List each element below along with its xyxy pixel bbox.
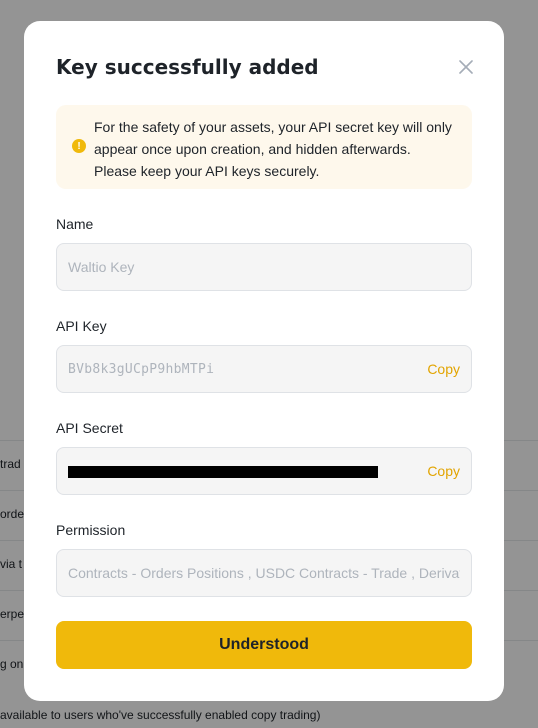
permission-field[interactable]: Contracts - Orders Positions , USDC Cont… xyxy=(56,549,472,597)
name-label: Name xyxy=(56,216,94,232)
dialog-title: Key successfully added xyxy=(56,55,319,79)
api-key-label: API Key xyxy=(56,318,107,334)
close-icon[interactable] xyxy=(456,57,476,77)
api-secret-field[interactable]: Copy xyxy=(56,447,472,495)
api-key-field[interactable]: BVb8k3gUCpP9hbMTPi Copy xyxy=(56,345,472,393)
security-notice: ! For the safety of your assets, your AP… xyxy=(56,105,472,189)
security-notice-text: For the safety of your assets, your API … xyxy=(94,119,452,179)
api-key-added-dialog: Key successfully added ! For the safety … xyxy=(24,21,504,701)
api-key-value: BVb8k3gUCpP9hbMTPi xyxy=(68,361,215,377)
name-field[interactable]: Waltio Key xyxy=(56,243,472,291)
permission-label: Permission xyxy=(56,522,126,538)
understood-button[interactable]: Understood xyxy=(56,621,472,669)
api-secret-label: API Secret xyxy=(56,420,123,436)
api-secret-value xyxy=(68,464,417,478)
redacted-secret-bar xyxy=(68,466,378,478)
warning-icon: ! xyxy=(72,139,86,153)
copy-api-secret-button[interactable]: Copy xyxy=(427,463,460,479)
permission-value: Contracts - Orders Positions , USDC Cont… xyxy=(68,565,460,581)
name-value: Waltio Key xyxy=(68,259,135,275)
copy-api-key-button[interactable]: Copy xyxy=(427,361,460,377)
